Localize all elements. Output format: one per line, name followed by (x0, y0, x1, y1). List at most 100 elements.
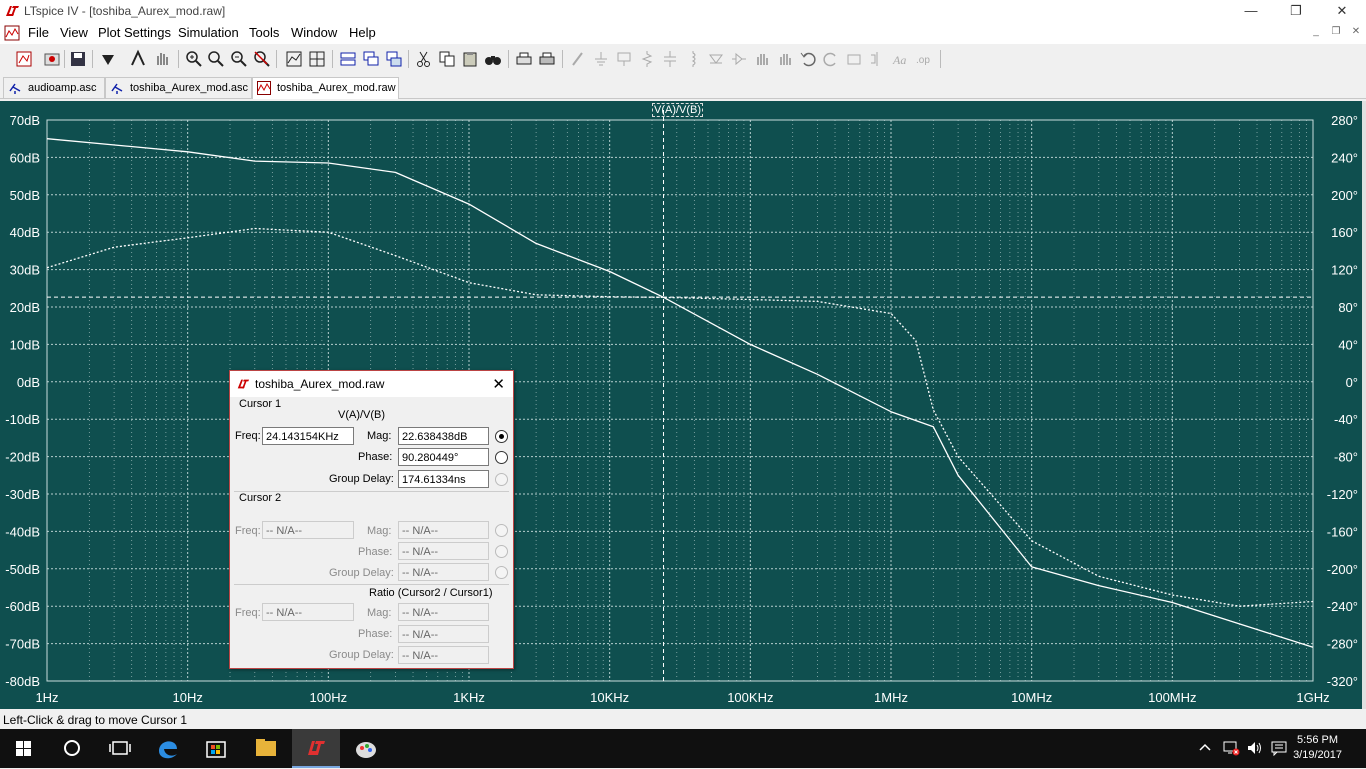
run-icon[interactable] (98, 49, 118, 69)
ratio-group-label: Ratio (Cursor2 / Cursor1) (369, 587, 493, 599)
move-hand-icon (757, 54, 768, 65)
show-hidden-icons-chevron-icon[interactable] (1197, 740, 1213, 756)
menu-simulation[interactable]: Simulation (178, 25, 239, 40)
window-title: LTspice IV - [toshiba_Aurex_mod.raw] (24, 4, 226, 18)
cursor1-mag-field[interactable]: 22.638438dB (398, 427, 489, 445)
y-right-tick-label: 40° (1338, 337, 1358, 352)
find-icon[interactable] (483, 49, 503, 69)
halt-icon[interactable] (128, 49, 148, 69)
document-waveform-icon[interactable] (4, 25, 20, 41)
cursor1-group-delay-radio[interactable] (495, 473, 508, 486)
dialog-close-icon[interactable]: ✕ (492, 375, 505, 393)
zoom-out-icon[interactable] (229, 49, 249, 69)
print-preview-icon[interactable] (514, 49, 534, 69)
cursor1-phase-field[interactable]: 90.280449° (398, 448, 489, 466)
diode-icon (709, 54, 723, 64)
svg-text:Aa: Aa (892, 53, 906, 67)
ltspice-logo-icon (237, 379, 250, 389)
ltspice-logo-icon (6, 6, 19, 16)
toolbar-separator (178, 50, 179, 68)
cursor1-group-delay-field[interactable]: 174.61334ns (398, 470, 489, 488)
cursor1-mag-radio[interactable] (495, 430, 508, 443)
cursor1-freq-field[interactable]: 24.143154KHz (262, 427, 354, 445)
cut-icon[interactable] (414, 49, 434, 69)
capacitor-icon (664, 51, 676, 67)
mdi-restore-button[interactable]: ❐ (1326, 26, 1346, 40)
inductor-icon (691, 51, 696, 67)
plot-edge (1362, 101, 1366, 709)
action-center-icon[interactable] (1270, 740, 1288, 756)
paste-icon[interactable] (460, 49, 480, 69)
cursor2-group-delay-radio (495, 566, 508, 579)
control-panel-icon[interactable] (42, 49, 62, 69)
tab-toshiba-aurex-mod-raw[interactable]: toshiba_Aurex_mod.raw (252, 77, 399, 99)
label-net-icon (617, 52, 631, 66)
y-right-tick-label: -80° (1334, 450, 1358, 465)
cursor1-freq-label: Freq: (235, 430, 261, 442)
y-left-tick-label: 10dB (10, 337, 40, 352)
open-schematic-icon[interactable] (14, 49, 34, 69)
divider (234, 584, 509, 585)
start-windows-icon[interactable] (0, 729, 48, 768)
bode-plot-canvas[interactable]: 1Hz 10Hz 100Hz 1KHz 10KHz 100KHz 1MHz 10MHz 100M… (0, 101, 1362, 709)
copy-icon[interactable] (437, 49, 457, 69)
menu-bar: File View Plot Settings Simulation Tools… (0, 22, 1366, 44)
taskbar-ltspice-button[interactable] (292, 729, 340, 768)
menu-help[interactable]: Help (349, 25, 376, 40)
ratio-group-delay-label: Group Delay: (329, 649, 394, 661)
drag-hand-icon (780, 54, 791, 65)
autorange-icon[interactable] (284, 49, 304, 69)
tab-audioamp-asc[interactable]: audioamp.asc (3, 77, 105, 98)
x-tick-label: 100KHz (727, 690, 773, 705)
menu-window[interactable]: Window (291, 25, 337, 40)
x-tick-label: 1MHz (874, 690, 908, 705)
cursor1-phase-radio[interactable] (495, 451, 508, 464)
cursor2-mag-label: Mag: (367, 525, 392, 537)
network-disconnected-icon[interactable] (1222, 740, 1240, 756)
y-left-tick-label: 30dB (10, 263, 40, 278)
clock-date: 3/19/2017 (1293, 749, 1342, 761)
cursor-dialog[interactable]: toshiba_Aurex_mod.raw ✕ Cursor 1 V(A)/V(… (229, 370, 514, 669)
minimize-button[interactable]: — (1228, 0, 1274, 22)
tile-horizontal-icon[interactable] (338, 49, 358, 69)
volume-icon[interactable] (1246, 740, 1264, 756)
menu-file[interactable]: File (28, 25, 49, 40)
zoom-in-icon[interactable] (184, 49, 204, 69)
menu-view[interactable]: View (60, 25, 88, 40)
cursor2-freq-field: -- N/A-- (262, 521, 354, 539)
y-left-tick-label: 20dB (10, 300, 40, 315)
y-right-tick-label: -40° (1334, 412, 1358, 427)
search-circle-icon[interactable] (48, 729, 96, 768)
close-button[interactable]: ✕ (1319, 0, 1365, 22)
edge-browser-icon[interactable] (144, 729, 192, 768)
toolbar: Aa .op (0, 44, 1366, 75)
store-icon[interactable] (192, 729, 240, 768)
x-tick-label: 10KHz (590, 690, 629, 705)
pan-hand-icon[interactable] (152, 49, 172, 69)
print-icon[interactable] (537, 49, 557, 69)
mdi-close-button[interactable]: ✕ (1346, 26, 1366, 40)
zoom-fit-icon[interactable] (252, 49, 272, 69)
save-icon[interactable] (68, 49, 88, 69)
task-view-icon[interactable] (96, 729, 144, 768)
tab-label: toshiba_Aurex_mod.raw (277, 82, 396, 94)
grid-icon[interactable] (307, 49, 327, 69)
tile-vertical-icon[interactable] (384, 49, 404, 69)
system-clock[interactable]: 5:56 PM 3/19/2017 (1293, 733, 1342, 763)
trace-label-va-vb[interactable]: V(A)/V(B) (652, 103, 704, 117)
menu-tools[interactable]: Tools (249, 25, 279, 40)
mdi-minimize-button[interactable]: _ (1306, 26, 1326, 40)
waveform-icon (257, 81, 271, 95)
pan-icon[interactable] (206, 49, 226, 69)
menu-plot-settings[interactable]: Plot Settings (98, 25, 171, 40)
paint-icon[interactable] (342, 729, 390, 768)
file-explorer-icon[interactable] (242, 729, 290, 768)
cursor1-phase-label: Phase: (358, 451, 393, 463)
restore-button[interactable]: ❐ (1273, 0, 1319, 22)
cascade-icon[interactable] (361, 49, 381, 69)
dialog-title-bar[interactable]: toshiba_Aurex_mod.raw ✕ (230, 371, 513, 397)
tab-toshiba-aurex-mod-asc[interactable]: toshiba_Aurex_mod.asc (105, 77, 252, 98)
waveform-plot[interactable]: 1Hz 10Hz 100Hz 1KHz 10KHz 100KHz 1MHz 10MHz 100M… (0, 101, 1362, 709)
cursor2-mag-field: -- N/A-- (398, 521, 489, 539)
undo-icon (800, 52, 816, 67)
